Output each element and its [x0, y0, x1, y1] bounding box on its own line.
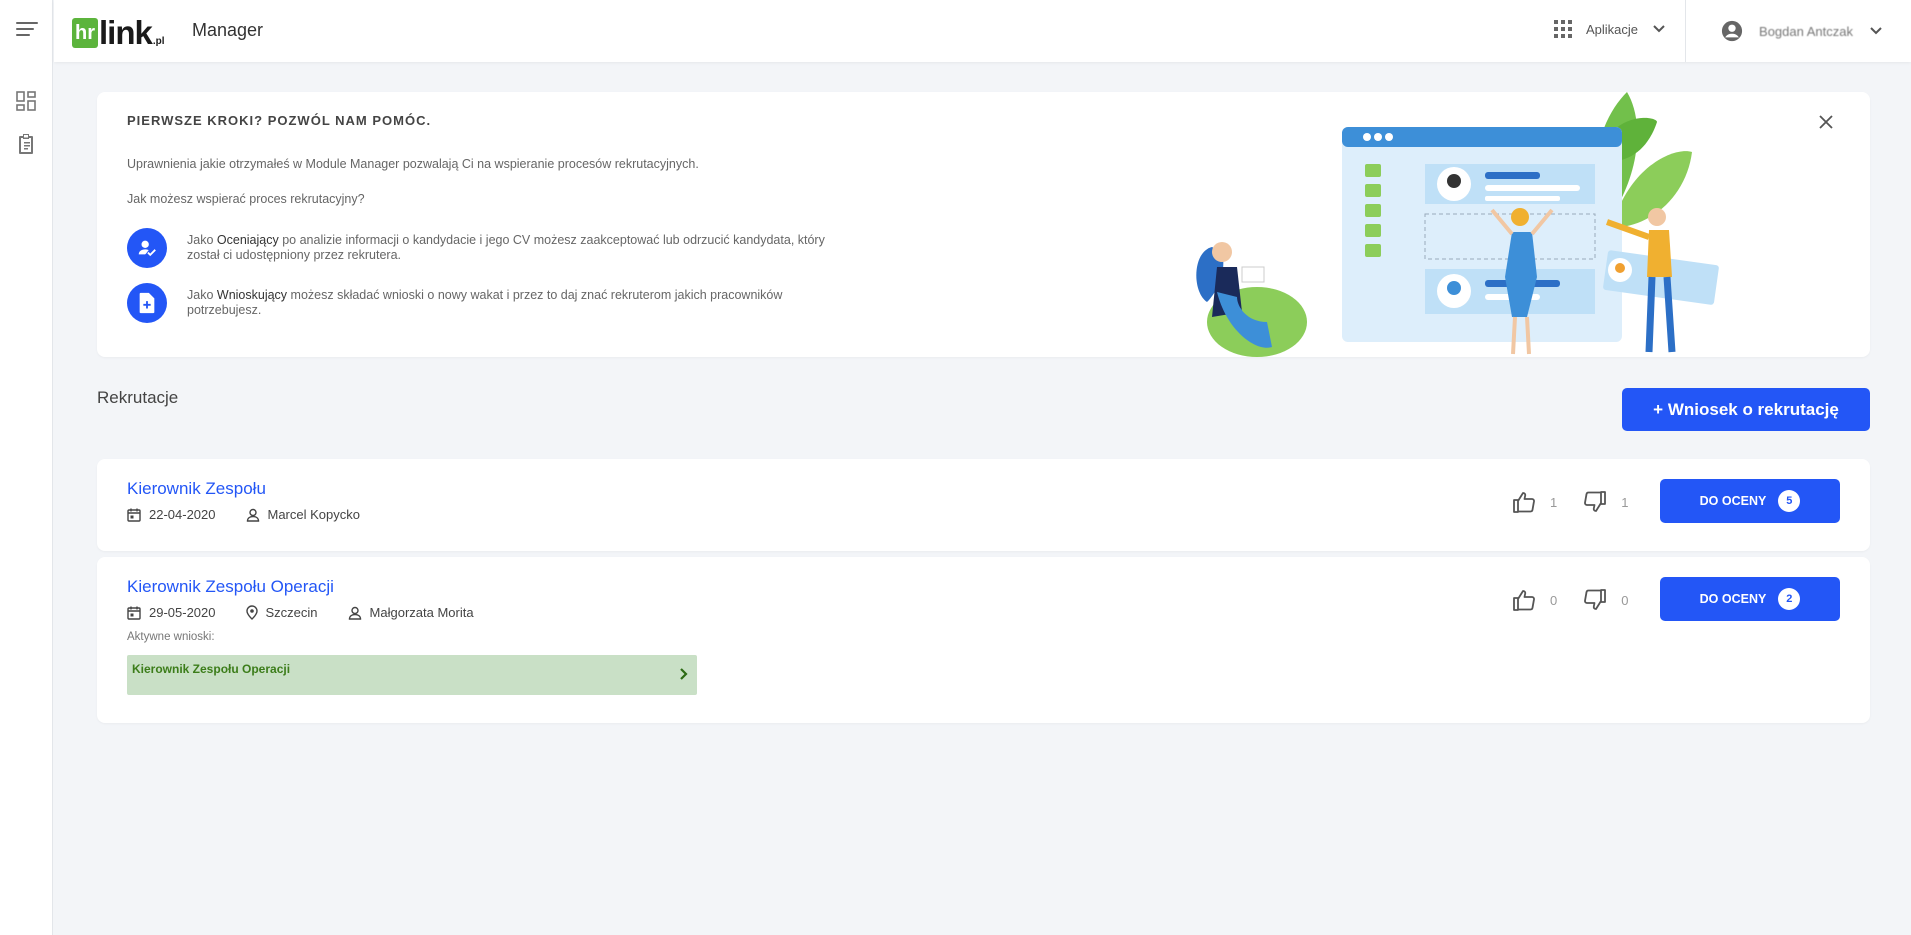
recruitment-meta: 22-04-2020 Marcel Kopycko [127, 507, 390, 522]
logo-pl: .pl [152, 36, 165, 47]
thumbs-down-icon [1584, 491, 1607, 512]
role-requester: Jako Wnioskujący możesz składać wnioski … [127, 283, 847, 323]
dislikes-count: 1 [1621, 494, 1629, 510]
new-recruitment-request-button[interactable]: + Wniosek o rekrutację [1622, 388, 1870, 431]
welcome-paragraph-2: Jak możesz wspierać proces rekrutacyjny? [127, 192, 365, 206]
apps-grid-icon [1553, 20, 1572, 38]
active-request-item[interactable]: Kierownik Zespołu Operacji [127, 655, 697, 695]
likes-count: 1 [1550, 494, 1558, 510]
new-document-icon [127, 283, 167, 323]
user-name: Bogdan Antczak [1759, 23, 1853, 39]
menu-toggle-icon[interactable] [16, 22, 38, 40]
evaluator-icon [127, 228, 167, 268]
thumbs-down-icon [1584, 589, 1607, 610]
recruitment-person: Małgorzata Morita [369, 605, 474, 620]
location-pin-icon [245, 605, 258, 620]
calendar-icon [127, 508, 141, 522]
recruitment-title-link[interactable]: Kierownik Zespołu Operacji [127, 577, 334, 597]
chevron-down-icon [1870, 27, 1882, 35]
to-rate-label: DO OCENY [1699, 592, 1767, 606]
to-rate-button[interactable]: DO OCENY 5 [1660, 479, 1840, 523]
recruitment-person: Marcel Kopycko [267, 507, 360, 522]
like-button[interactable]: 0 [1512, 589, 1557, 611]
dislike-button[interactable]: 0 [1583, 589, 1628, 611]
recruitments-title: Rekrutacje [97, 388, 179, 407]
app-name: Manager [192, 20, 264, 40]
person-icon [246, 508, 259, 522]
votes: 1 1 [1512, 491, 1654, 513]
role-evaluator: Jako Oceniający po analizie informacji o… [127, 228, 847, 268]
topbar-divider [1685, 0, 1686, 62]
user-menu[interactable]: Bogdan Antczak [1721, 20, 1883, 42]
welcome-card: PIERWSZE KROKI? POZWÓL NAM POMÓC. Uprawn… [97, 92, 1870, 357]
logo-link: link [99, 14, 153, 51]
votes: 0 0 [1512, 589, 1654, 611]
chevron-right-icon [680, 668, 688, 680]
apps-label: Aplikacje [1585, 21, 1638, 37]
thumbs-up-icon [1513, 590, 1535, 611]
dislikes-count: 0 [1621, 592, 1629, 608]
chevron-down-icon [1653, 25, 1665, 33]
close-icon[interactable] [1816, 112, 1836, 132]
clipboard-icon[interactable] [14, 132, 38, 156]
recruitment-card: Kierownik Zespołu Operacji 29-05-2020 Sz… [97, 557, 1870, 723]
like-button[interactable]: 1 [1512, 491, 1557, 513]
calendar-icon [127, 606, 141, 620]
to-rate-count-badge: 5 [1778, 490, 1801, 512]
recruitment-card: Kierownik Zespołu 22-04-2020 Marcel Kopy… [97, 459, 1870, 551]
recruitment-date: 22-04-2020 [149, 507, 216, 522]
active-request-title: Kierownik Zespołu Operacji [132, 662, 291, 676]
logo-hr: hr [72, 18, 98, 48]
apps-menu[interactable]: Aplikacje [1553, 20, 1666, 38]
recruitment-illustration [1196, 92, 1719, 357]
top-bar: hr link .pl Manager Aplikacje Bogdan Ant… [54, 0, 1911, 62]
sidebar [0, 0, 53, 935]
welcome-title: PIERWSZE KROKI? POZWÓL NAM POMÓC. [127, 113, 432, 128]
dashboard-icon[interactable] [14, 89, 38, 113]
person-icon [348, 606, 361, 620]
recruitment-title-link[interactable]: Kierownik Zespołu [127, 479, 266, 499]
user-avatar-icon [1721, 20, 1743, 42]
hrlink-logo[interactable]: hr link .pl [72, 14, 165, 51]
recruitment-meta: 29-05-2020 Szczecin Małgorzata Morita [127, 605, 504, 620]
dislike-button[interactable]: 1 [1583, 491, 1628, 513]
thumbs-up-icon [1513, 492, 1535, 513]
to-rate-label: DO OCENY [1699, 494, 1767, 508]
active-requests-label: Aktywne wnioski: [127, 631, 215, 643]
evaluator-text: Jako Oceniający po analizie informacji o… [187, 233, 825, 262]
welcome-paragraph-1: Uprawnienia jakie otrzymałeś w Module Ma… [127, 157, 699, 171]
to-rate-count-badge: 2 [1778, 588, 1801, 610]
to-rate-button[interactable]: DO OCENY 2 [1660, 577, 1840, 621]
recruitment-location: Szczecin [265, 605, 318, 620]
recruitment-date: 29-05-2020 [149, 605, 216, 620]
likes-count: 0 [1550, 592, 1558, 608]
requester-text: Jako Wnioskujący możesz składać wnioski … [187, 288, 783, 317]
